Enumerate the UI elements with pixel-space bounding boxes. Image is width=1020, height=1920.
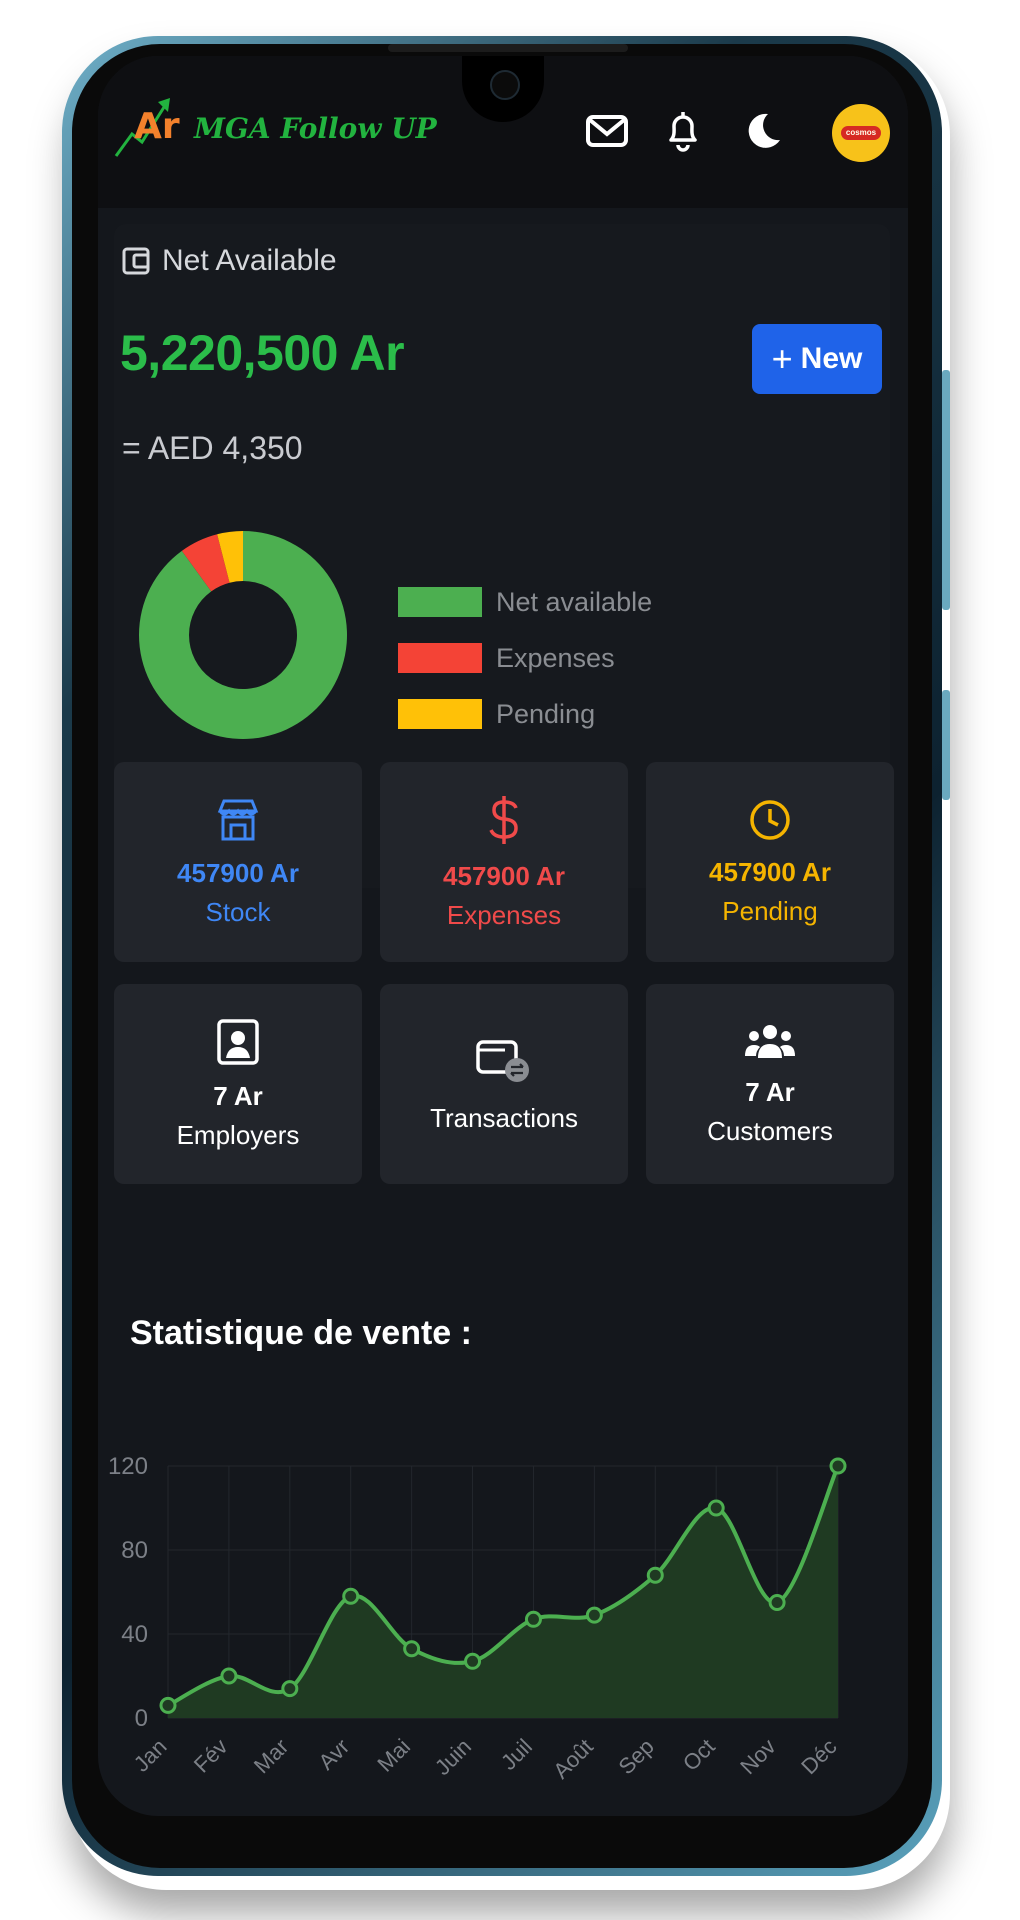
tile-pending[interactable]: 457900 Ar Pending [646,762,894,962]
sales-point-Août[interactable] [585,1606,603,1624]
wallet-icon [122,247,150,275]
legend-label: Pending [496,698,596,729]
tile-value: 457900 Ar [177,857,299,888]
sales-point-Jan[interactable] [159,1696,177,1714]
tile-label: Pending [722,895,818,926]
new-button-label: New [800,342,863,375]
store-icon [216,797,260,848]
users-icon [744,1022,796,1067]
sales-point-Mar[interactable] [281,1680,299,1698]
legend-swatch [398,699,482,729]
y-tick-label: 40 [121,1621,148,1648]
x-tick-label: Mai [372,1734,415,1777]
tile-customers[interactable]: 7 Ar Customers [646,984,894,1184]
tile-value: 457900 Ar [443,860,565,891]
tile-employers[interactable]: 7 Ar Employers [114,984,362,1184]
bell-icon[interactable] [660,108,706,154]
net-available-amount: 5,220,500 Ar [120,325,405,381]
x-tick-label: Avr [314,1734,355,1775]
volume-button [942,370,950,610]
tile-transactions[interactable]: Transactions [380,984,628,1184]
tile-stock[interactable]: 457900 Ar Stock [114,762,362,962]
donut-legend: Net available Expenses Pending [398,574,652,742]
tile-value: 7 Ar [745,1076,795,1107]
front-camera [490,70,520,100]
legend-item[interactable]: Pending [398,686,652,742]
sales-point-Fév[interactable] [220,1667,238,1685]
y-tick-label: 0 [135,1705,148,1732]
mail-icon[interactable] [584,108,630,154]
sales-point-Sep[interactable] [646,1566,664,1584]
sales-point-Mai[interactable] [403,1640,421,1658]
new-button[interactable]: + New [752,324,882,394]
tile-value: 457900 Ar [709,856,831,887]
x-tick-label: Déc [796,1734,841,1779]
tile-label: Stock [205,896,271,927]
y-tick-label: 120 [108,1453,148,1480]
converted-amount: = AED 4,350 [122,430,303,466]
plus-icon: + [771,338,793,379]
tile-label: Employers [176,1119,300,1150]
balance-donut-chart [138,531,347,739]
app-screen: Ar MGA Follow UP cosmos Net Available 5,… [98,56,908,1816]
legend-item[interactable]: Net available [398,574,652,630]
sales-point-Déc[interactable] [829,1457,847,1475]
sales-point-Juil[interactable] [524,1610,542,1628]
x-tick-label: Nov [735,1734,780,1779]
sales-line-chart: 0 40 80 120 Jan Fév Mar Avr Mai Juin Juil Août Sep Oc… [108,1453,847,1784]
x-tick-label: Jan [129,1734,172,1777]
x-tick-label: Juin [430,1734,476,1780]
moon-icon[interactable] [738,108,784,154]
avatar-logo: cosmos [841,126,881,140]
sales-point-Juin[interactable] [464,1652,482,1670]
app-header: Ar MGA Follow UP cosmos [98,56,908,208]
avatar[interactable]: cosmos [832,104,890,162]
sales-chart-title: Statistique de vente : [130,1314,472,1352]
sales-point-Avr[interactable] [342,1587,360,1605]
x-tick-label: Sep [613,1734,658,1779]
y-tick-label: 80 [121,1537,148,1564]
legend-swatch [398,643,482,673]
tile-label: Expenses [446,899,562,930]
legend-item[interactable]: Expenses [398,630,652,686]
sales-point-Oct[interactable] [707,1499,725,1517]
legend-swatch [398,587,482,617]
tile-label: Transactions [430,1103,578,1133]
x-tick-label: Juil [496,1734,537,1775]
legend-label: Net available [496,586,653,617]
legend-label: Expenses [496,642,615,673]
power-button [942,690,950,800]
x-tick-label: Oct [678,1734,720,1776]
app-logo-text: MGA Follow UP [194,112,437,145]
tile-value: 7 Ar [213,1080,263,1111]
sales-area-fill [168,1466,838,1718]
x-tick-label: Août [548,1734,598,1784]
sales-point-Nov[interactable] [768,1594,786,1611]
x-tick-label: Fév [189,1734,233,1778]
clock-icon [748,798,792,847]
net-available-heading: Net Available [122,244,337,278]
wallet-transfer-icon [475,1034,533,1089]
dollar-icon [484,794,524,851]
net-available-label: Net Available [162,244,337,277]
logo-mark: Ar [134,106,180,147]
speaker-grill [388,44,628,52]
tile-expenses[interactable]: 457900 Ar Expenses [380,762,628,962]
x-tick-label: Mar [249,1734,293,1778]
tile-label: Customers [707,1115,833,1146]
employee-badge-icon [216,1018,260,1071]
